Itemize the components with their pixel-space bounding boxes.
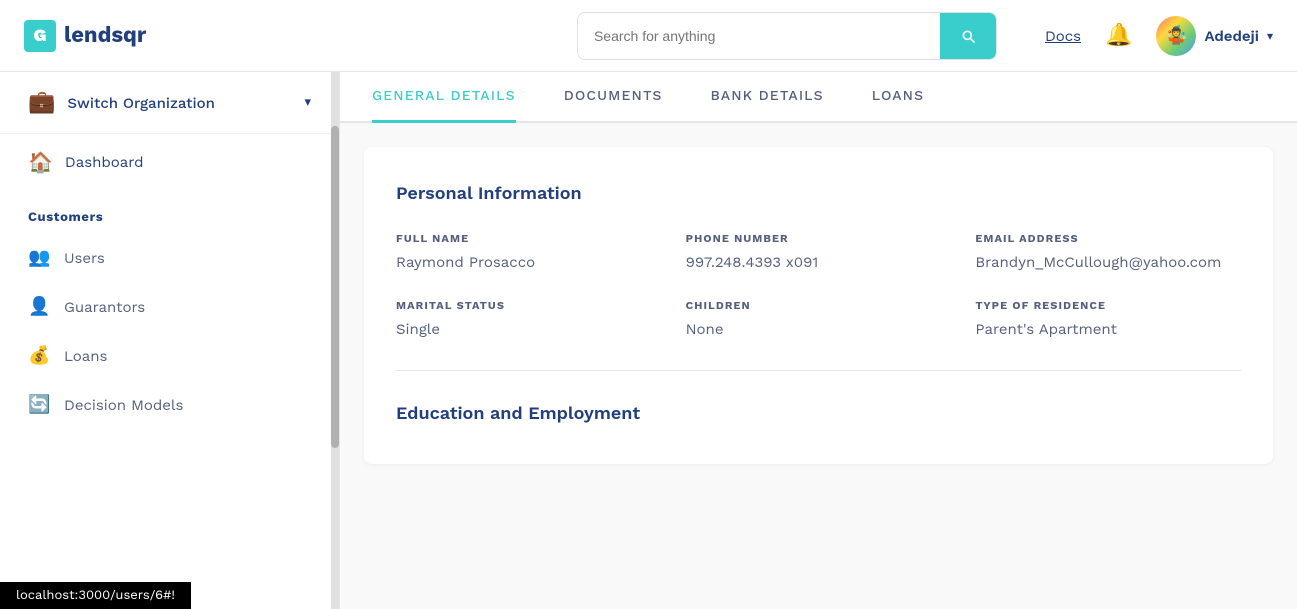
decision-models-icon: 🔄	[28, 394, 50, 415]
status-bar: localhost:3000/users/6#!	[0, 582, 191, 609]
tab-loans[interactable]: Loans	[872, 72, 924, 123]
content-card: Personal Information FULL NAME Raymond P…	[364, 147, 1273, 464]
field-marital-status: MARITAL STATUS Single	[396, 299, 662, 338]
logo-icon: G	[24, 20, 56, 52]
docs-link[interactable]: Docs	[1045, 27, 1081, 45]
tabs: General Details Documents Bank Details L…	[340, 72, 1297, 123]
sidebar-item-loans-label: Loans	[64, 347, 107, 365]
guarantors-icon: 👤	[28, 296, 50, 317]
briefcase-icon: 💼	[28, 90, 55, 115]
full-name-value: Raymond Prosacco	[396, 253, 662, 271]
body: 💼 Switch Organization ▾ 🏠 Dashboard Cust…	[0, 72, 1297, 609]
search-bar	[577, 12, 997, 60]
avatar-area[interactable]: 🤹 Adedeji ▾	[1156, 16, 1273, 56]
sidebar-item-users-label: Users	[64, 249, 105, 267]
field-email-address: EMAIL ADDRESS Brandyn_McCullough@yahoo.c…	[975, 232, 1241, 271]
status-url: localhost:3000/users/6#!	[16, 588, 175, 603]
tab-general-details[interactable]: General Details	[372, 72, 516, 123]
field-phone-number: PHONE NUMBER 997.248.4393 x091	[686, 232, 952, 271]
bell-icon[interactable]: 🔔	[1105, 23, 1132, 48]
dashboard-label: Dashboard	[65, 153, 144, 171]
marital-status-label: MARITAL STATUS	[396, 299, 662, 312]
switch-org-item[interactable]: 💼 Switch Organization ▾	[0, 72, 339, 134]
sidebar-item-guarantors[interactable]: 👤 Guarantors	[0, 282, 339, 331]
avatar-chevron: ▾	[1267, 29, 1273, 43]
search-icon	[960, 28, 976, 44]
phone-number-value: 997.248.4393 x091	[686, 253, 952, 271]
avatar: 🤹	[1156, 16, 1196, 56]
logo-text: lendsqr	[64, 23, 146, 48]
logo[interactable]: G lendsqr	[24, 20, 146, 52]
personal-info-title: Personal Information	[396, 183, 1241, 204]
personal-info-grid: FULL NAME Raymond Prosacco PHONE NUMBER …	[396, 232, 1241, 338]
main-content: General Details Documents Bank Details L…	[340, 72, 1297, 609]
customers-section-label: Customers	[0, 190, 339, 233]
section-divider	[396, 370, 1241, 371]
email-address-value: Brandyn_McCullough@yahoo.com	[975, 253, 1241, 271]
sidebar-scrollbar-thumb	[331, 126, 339, 448]
home-icon: 🏠	[28, 150, 53, 174]
type-of-residence-value: Parent's Apartment	[975, 320, 1241, 338]
header: G lendsqr Docs 🔔 🤹 Adedeji ▾	[0, 0, 1297, 72]
phone-number-label: PHONE NUMBER	[686, 232, 952, 245]
field-children: CHILDREN None	[686, 299, 952, 338]
marital-status-value: Single	[396, 320, 662, 338]
children-value: None	[686, 320, 952, 338]
users-icon: 👥	[28, 247, 50, 268]
avatar-name: Adedeji	[1204, 27, 1258, 45]
search-input[interactable]	[578, 16, 940, 56]
loans-icon: 💰	[28, 345, 50, 366]
tab-documents[interactable]: Documents	[564, 72, 663, 123]
education-section-title: Education and Employment	[396, 403, 1241, 424]
sidebar: 💼 Switch Organization ▾ 🏠 Dashboard Cust…	[0, 72, 340, 609]
type-of-residence-label: TYPE OF RESIDENCE	[975, 299, 1241, 312]
sidebar-item-decision-models-label: Decision Models	[64, 396, 183, 414]
full-name-label: FULL NAME	[396, 232, 662, 245]
field-type-of-residence: TYPE OF RESIDENCE Parent's Apartment	[975, 299, 1241, 338]
children-label: CHILDREN	[686, 299, 952, 312]
email-address-label: EMAIL ADDRESS	[975, 232, 1241, 245]
sidebar-item-users[interactable]: 👥 Users	[0, 233, 339, 282]
sidebar-item-decision-models[interactable]: 🔄 Decision Models	[0, 380, 339, 429]
tab-bank-details[interactable]: Bank Details	[711, 72, 824, 123]
sidebar-item-guarantors-label: Guarantors	[64, 298, 145, 316]
switch-org-label: Switch Organization	[67, 94, 292, 112]
header-right: Docs 🔔 🤹 Adedeji ▾	[1045, 16, 1273, 56]
dashboard-item[interactable]: 🏠 Dashboard	[0, 134, 339, 190]
sidebar-item-loans[interactable]: 💰 Loans	[0, 331, 339, 380]
switch-org-chevron: ▾	[304, 95, 311, 110]
sidebar-scrollbar[interactable]	[331, 72, 339, 609]
field-full-name: FULL NAME Raymond Prosacco	[396, 232, 662, 271]
search-button[interactable]	[940, 13, 996, 59]
